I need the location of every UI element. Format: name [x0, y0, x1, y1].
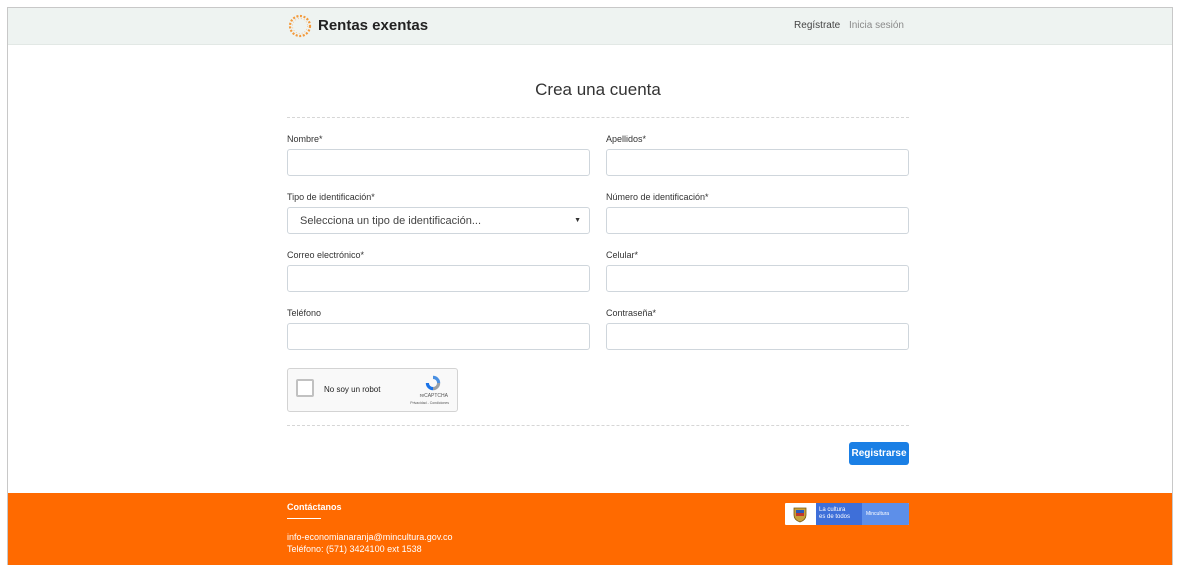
page-frame: Rentas exentas Regístrate Inicia sesión … [7, 7, 1173, 565]
correo-label: Correo electrónico* [287, 250, 365, 260]
header-nav: Regístrate Inicia sesión [788, 20, 904, 31]
apellidos-label: Apellidos* [606, 134, 647, 144]
nombre-label: Nombre* [287, 134, 323, 144]
register-button[interactable]: Registrarse [849, 442, 909, 465]
numero-id-label: Número de identificación* [606, 192, 709, 202]
gov-ministry-label: Mincultura [862, 503, 909, 525]
numero-id-input[interactable] [606, 207, 909, 234]
gov-culture-line1: La cultura [819, 507, 846, 513]
nav-register-link[interactable]: Regístrate [794, 20, 840, 31]
brand-logo-icon [288, 14, 312, 38]
contrasena-label: Contraseña* [606, 308, 657, 318]
apellidos-input[interactable] [606, 149, 909, 176]
gov-culture-slogan: La cultura es de todos [816, 503, 862, 525]
celular-input[interactable] [606, 265, 909, 292]
gov-badge[interactable]: La cultura es de todos Mincultura [785, 503, 909, 525]
form-divider [287, 425, 909, 426]
footer-phone: Teléfono: (571) 3424100 ext 1538 [287, 544, 422, 554]
colombia-seal-icon [793, 507, 807, 523]
top-header: Rentas exentas Regístrate Inicia sesión [8, 8, 1172, 45]
contrasena-input[interactable] [606, 323, 909, 350]
footer-email[interactable]: info-economianaranja@mincultura.gov.co [287, 532, 453, 542]
recaptcha-checkbox[interactable] [296, 379, 314, 397]
nombre-input[interactable] [287, 149, 590, 176]
page-title: Crea una cuenta [535, 80, 661, 99]
telefono-input[interactable] [287, 323, 590, 350]
tipo-id-select[interactable]: Selecciona un tipo de identificación... … [287, 207, 590, 234]
title-divider [287, 117, 909, 118]
tipo-id-selected-value: Selecciona un tipo de identificación... [300, 215, 482, 227]
recaptcha-links[interactable]: Privacidad - Condiciones [410, 401, 449, 405]
telefono-label: Teléfono [287, 308, 322, 318]
brand-name[interactable]: Rentas exentas [318, 17, 428, 34]
correo-input[interactable] [287, 265, 590, 292]
footer-title: Contáctanos [287, 502, 342, 512]
nav-login-link[interactable]: Inicia sesión [849, 20, 904, 31]
footer: Contáctanos info-economianaranja@mincult… [8, 493, 1172, 565]
caret-down-icon: ▼ [574, 217, 581, 224]
gov-culture-line2: es de todos [819, 514, 851, 520]
recaptcha-label: No soy un robot [324, 385, 381, 394]
recaptcha-logo-icon [425, 375, 441, 391]
footer-title-underline [287, 518, 321, 519]
recaptcha-widget: No soy un robot reCAPTCHA Privacidad - C… [287, 368, 458, 412]
recaptcha-brand: reCAPTCHA [419, 393, 448, 399]
celular-label: Celular* [606, 250, 639, 260]
tipo-id-label: Tipo de identificación* [287, 192, 375, 202]
